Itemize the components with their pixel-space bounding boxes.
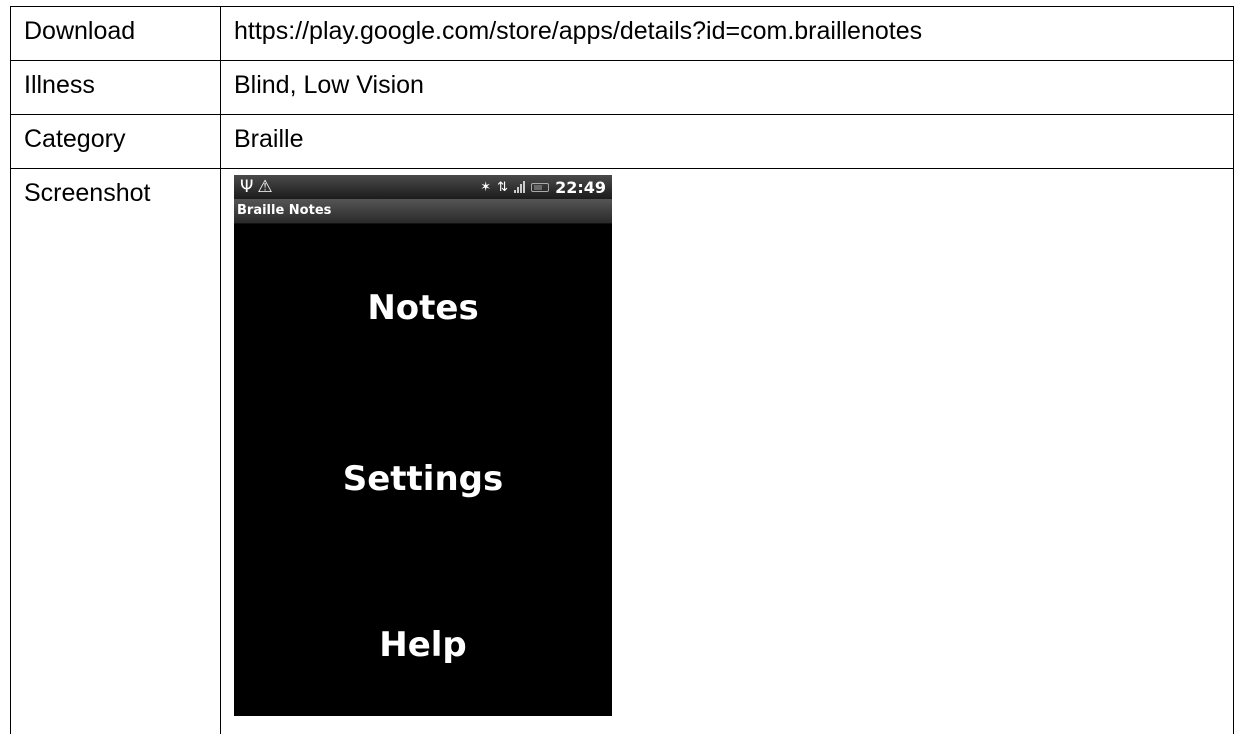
status-time: 22:49: [555, 177, 606, 197]
notes-button[interactable]: Notes: [234, 288, 612, 328]
screenshot-cell: Ψ⚠ ✶ ⇅ 22:49 Braille Notes Notes Setting…: [220, 168, 1234, 734]
settings-button[interactable]: Settings: [234, 459, 612, 499]
status-bar: Ψ⚠ ✶ ⇅ 22:49: [234, 175, 612, 199]
bluetooth-icon: ✶: [480, 179, 492, 195]
row-label-screenshot: Screenshot: [10, 168, 221, 734]
table-row: Illness Blind, Low Vision: [10, 60, 1234, 115]
help-button[interactable]: Help: [234, 625, 612, 665]
signal-icon: [514, 181, 526, 193]
app-title-bar: Braille Notes: [234, 199, 612, 224]
battery-icon: [531, 182, 550, 192]
usb-icon: Ψ: [240, 177, 258, 197]
network-icon: ⇅: [497, 179, 509, 195]
app-info-table: Download https://play.google.com/store/a…: [10, 6, 1234, 734]
row-label-category: Category: [10, 114, 221, 169]
download-link[interactable]: https://play.google.com/store/apps/detai…: [220, 6, 1234, 61]
app-title: Braille Notes: [237, 203, 332, 218]
illness-value: Blind, Low Vision: [220, 60, 1234, 115]
status-left-icons: Ψ⚠: [240, 176, 277, 198]
table-row: Download https://play.google.com/store/a…: [10, 6, 1234, 61]
row-label-download: Download: [10, 6, 221, 61]
table-row: Category Braille: [10, 114, 1234, 169]
status-right-icons: ✶ ⇅ 22:49: [480, 175, 606, 199]
phone-screenshot: Ψ⚠ ✶ ⇅ 22:49 Braille Notes Notes Setting…: [234, 175, 612, 716]
category-value: Braille: [220, 114, 1234, 169]
row-label-illness: Illness: [10, 60, 221, 115]
table-row: Screenshot Ψ⚠ ✶ ⇅ 22:49 Braille Notes No…: [10, 168, 1234, 734]
warning-icon: ⚠: [257, 177, 277, 197]
